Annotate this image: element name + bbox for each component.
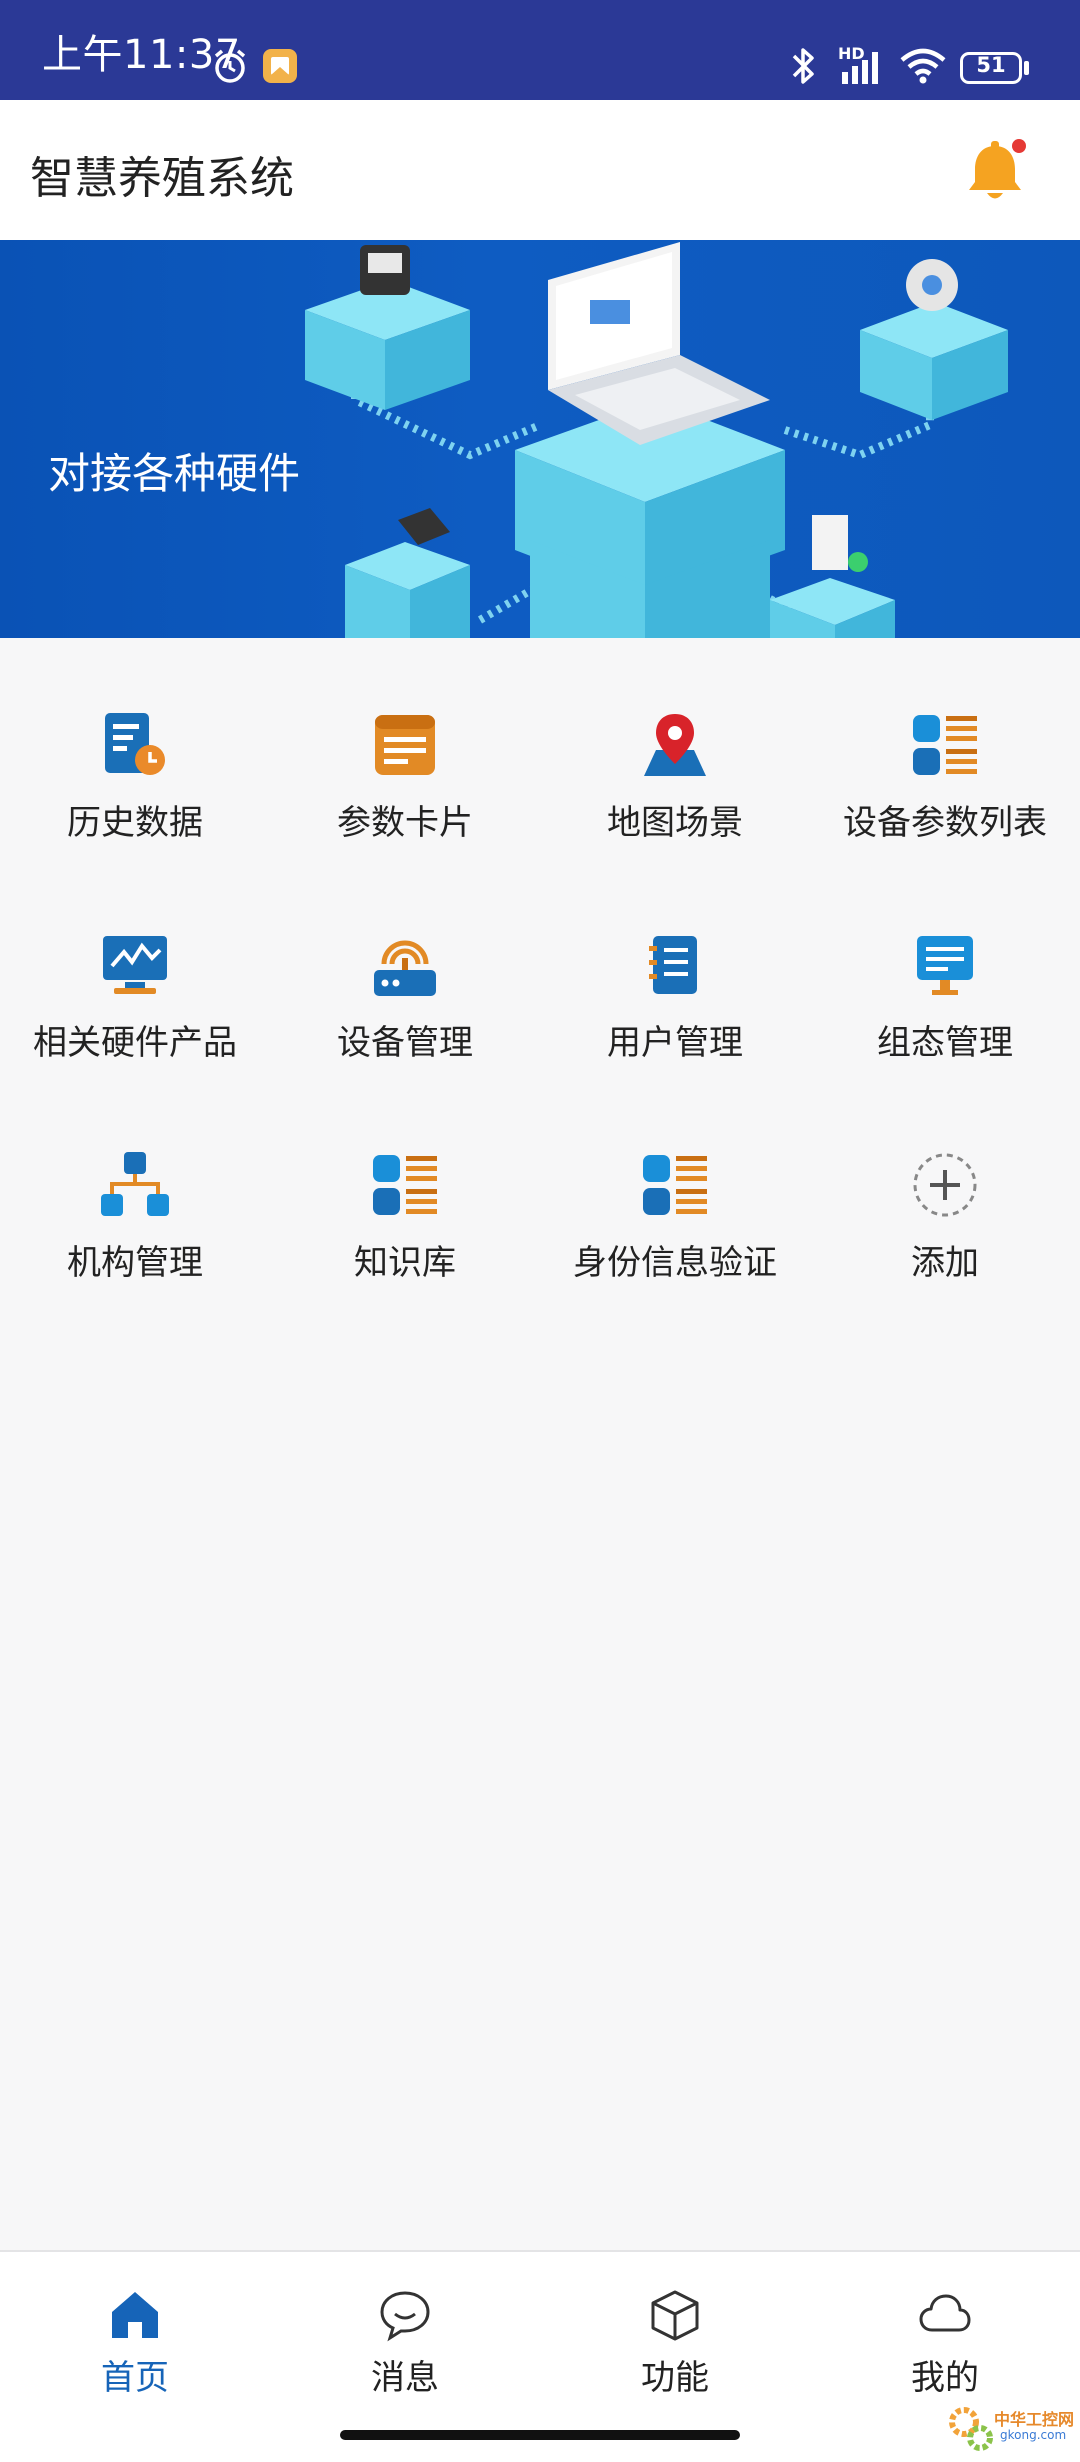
user-book-icon [649, 936, 697, 994]
grid-label: 用户管理 [607, 1023, 743, 1063]
grid-label: 历史数据 [67, 803, 203, 843]
nav-messages[interactable]: 消息 [270, 2252, 540, 2402]
nav-profile[interactable]: 我的 [810, 2252, 1080, 2402]
nav-label: 首页 [101, 2358, 169, 2398]
map-pin-icon [644, 714, 706, 776]
home-indicator[interactable] [340, 2430, 740, 2440]
battery-icon: 51 [960, 52, 1022, 84]
grid-item-hardware-products[interactable]: 相关硬件产品 [0, 860, 270, 1063]
grid-item-add[interactable]: 添加 [810, 1080, 1080, 1283]
home-icon [112, 2292, 158, 2338]
grid-item-knowledge-base[interactable]: 知识库 [270, 1080, 540, 1283]
banner-text: 对接各种硬件 [48, 449, 301, 498]
watermark-sub: gkong.com [1000, 2428, 1067, 2442]
grid-item-param-card[interactable]: 参数卡片 [270, 640, 540, 843]
list-icon [643, 1155, 707, 1215]
app-notification-icon [263, 49, 297, 83]
battery-level: 51 [976, 53, 1006, 77]
grid-label: 参数卡片 [337, 803, 473, 843]
grid-label: 相关硬件产品 [33, 1023, 237, 1063]
add-icon [913, 1153, 977, 1217]
grid-item-device-param-list[interactable]: 设备参数列表 [810, 640, 1080, 843]
param-card-icon [375, 715, 435, 775]
battery-tip [1024, 61, 1029, 75]
cube-icon [651, 2290, 699, 2341]
hero-banner[interactable]: 对接各种硬件 [0, 240, 1080, 638]
grid-item-config-mgmt[interactable]: 组态管理 [810, 860, 1080, 1063]
grid-item-identity-verify[interactable]: 身份信息验证 [540, 1080, 810, 1283]
grid-label: 知识库 [354, 1243, 456, 1283]
signal-icon [842, 52, 878, 84]
list-icon [913, 715, 977, 775]
grid-item-device-mgmt[interactable]: 设备管理 [270, 860, 540, 1063]
grid-label: 设备管理 [337, 1023, 473, 1063]
nav-home[interactable]: 首页 [0, 2252, 270, 2402]
screen-icon [917, 936, 973, 995]
grid-label: 组态管理 [877, 1023, 1013, 1063]
alarm-icon [214, 49, 246, 83]
grid-item-history-data[interactable]: 历史数据 [0, 640, 270, 843]
bluetooth-icon [792, 48, 814, 84]
watermark-text: 中华工控网 [994, 2410, 1075, 2429]
app-header: 智慧养殖系统 [0, 100, 1080, 240]
org-chart-icon [101, 1152, 169, 1216]
grid-label: 添加 [911, 1243, 979, 1283]
router-icon [374, 940, 436, 996]
grid-item-map-scene[interactable]: 地图场景 [540, 640, 810, 843]
gear-icon [949, 2407, 993, 2451]
grid-item-org-mgmt[interactable]: 机构管理 [0, 1080, 270, 1283]
monitor-chart-icon [103, 936, 167, 994]
list-icon [373, 1155, 437, 1215]
status-bar: 上午11:37 HD 51 [0, 0, 1080, 100]
page-title: 智慧养殖系统 [30, 153, 294, 204]
grid-item-user-mgmt[interactable]: 用户管理 [540, 860, 810, 1063]
nav-functions[interactable]: 功能 [540, 2252, 810, 2402]
wifi-icon [900, 48, 946, 84]
nav-label: 消息 [371, 2358, 439, 2398]
grid-label: 身份信息验证 [573, 1243, 777, 1283]
watermark-logo: 中华工控网 gkong.com [944, 2400, 1074, 2456]
grid-label: 机构管理 [67, 1243, 203, 1283]
banner-illustration [305, 242, 1008, 638]
message-icon [380, 2291, 430, 2342]
cloud-icon [919, 2294, 971, 2332]
grid-label: 设备参数列表 [843, 803, 1047, 843]
history-data-icon [105, 713, 165, 775]
bell-icon[interactable] [960, 138, 1030, 208]
nav-label: 功能 [641, 2358, 709, 2398]
nav-label: 我的 [911, 2358, 979, 2398]
grid-label: 地图场景 [607, 803, 743, 843]
